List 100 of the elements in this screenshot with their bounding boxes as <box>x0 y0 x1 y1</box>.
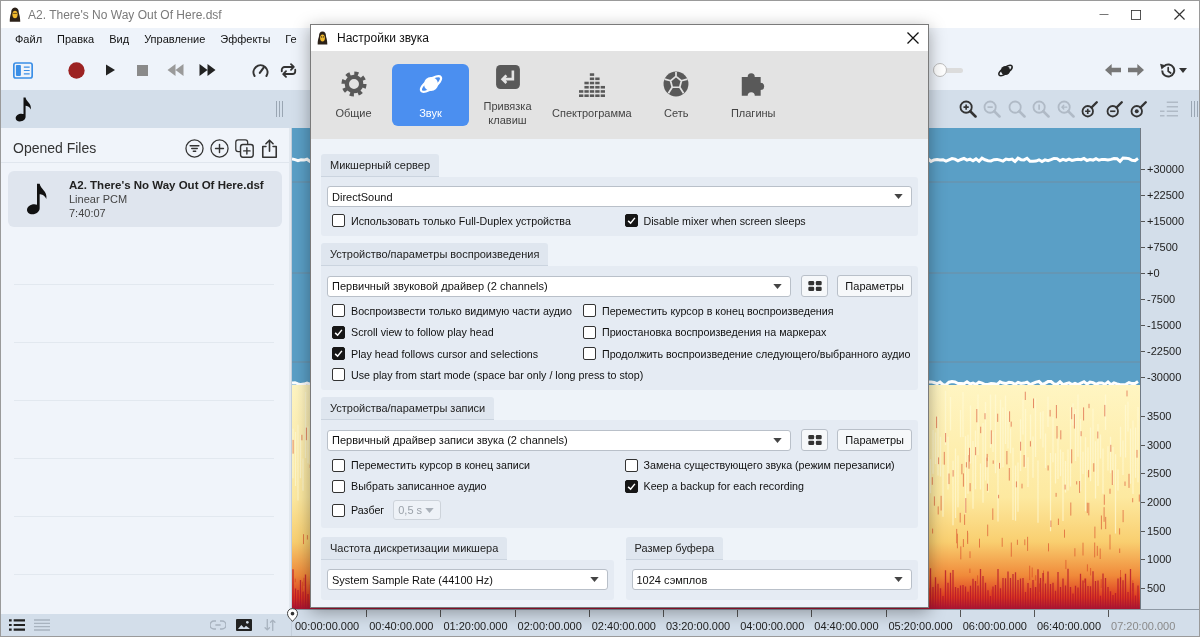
checkbox[interactable] <box>332 214 345 228</box>
dropdown[interactable]: Первичный драйвер записи звука (2 channels) <box>327 430 792 451</box>
checkbox[interactable] <box>582 347 596 361</box>
record-icon[interactable] <box>68 61 85 79</box>
menu-item[interactable]: Эффекты <box>220 33 271 45</box>
parameters-button[interactable]: Параметры <box>837 429 912 452</box>
settings-tab[interactable]: Общие <box>315 64 392 126</box>
add-circle-icon[interactable] <box>210 138 229 158</box>
checkbox[interactable] <box>332 368 345 382</box>
checkbox[interactable] <box>582 304 596 318</box>
checkbox[interactable] <box>624 479 638 493</box>
stop-icon[interactable] <box>137 64 148 76</box>
dropdown[interactable]: DirectSound <box>327 186 912 207</box>
maximize-icon[interactable] <box>1131 9 1141 20</box>
checkbox[interactable] <box>332 503 345 517</box>
duplicate-icon[interactable] <box>235 138 254 158</box>
close-icon[interactable] <box>907 32 919 44</box>
group-title: Размер буфера <box>625 537 724 561</box>
image-icon[interactable] <box>236 619 252 631</box>
device-grid-button[interactable] <box>801 429 829 452</box>
menu-item[interactable]: Правка <box>57 33 95 45</box>
file-list-item[interactable]: A2. There's No Way Out Of Here.dsf Linear PCM 7:40:07 <box>8 171 282 227</box>
settings-tab[interactable]: Плагины <box>714 64 792 126</box>
group-title: Устройства/параметры записи <box>321 397 495 421</box>
menu-item[interactable]: Вид <box>109 33 130 45</box>
time-label: 06:40:00.000 <box>1036 620 1102 632</box>
music-note-icon[interactable] <box>15 96 32 122</box>
back-arrow-icon[interactable] <box>1105 64 1121 76</box>
minimize-icon[interactable] <box>1099 13 1109 16</box>
lens-dot-icon[interactable] <box>1130 100 1148 118</box>
menu-item[interactable]: Управление <box>144 33 206 45</box>
speedometer-icon[interactable] <box>251 63 269 77</box>
device-grid-button[interactable] <box>801 275 829 298</box>
filter-icon[interactable] <box>185 138 204 158</box>
caret-icon <box>773 283 783 289</box>
checkbox[interactable] <box>582 325 596 339</box>
slider-thumb[interactable] <box>933 62 947 77</box>
checkbox[interactable] <box>332 479 345 493</box>
close-icon[interactable] <box>1174 9 1185 20</box>
dropdown[interactable]: Первичный звуковой драйвер (2 channels) <box>327 275 792 297</box>
time-label: 06:00:00.000 <box>962 620 1027 632</box>
menu-item[interactable]: Файл <box>15 33 43 45</box>
lens-minus-icon[interactable] <box>1105 100 1124 118</box>
puzzle-piece-icon <box>740 70 767 97</box>
checkbox[interactable] <box>332 304 345 318</box>
grip-icon[interactable] <box>276 101 283 117</box>
file-format: Linear PCM <box>69 192 128 206</box>
settings-tab[interactable]: Привязка клавиш <box>469 64 546 126</box>
checkmark-icon <box>334 349 343 359</box>
caret-icon[interactable] <box>1179 67 1187 73</box>
time-label: 00:00:00.000 <box>295 620 360 632</box>
axis-label: +0 <box>1147 267 1160 279</box>
fast-forward-icon[interactable] <box>198 64 216 76</box>
parameters-button[interactable]: Параметры <box>837 275 912 298</box>
lens-plus-icon[interactable] <box>1081 100 1099 118</box>
time-label: 02:00:00.000 <box>517 620 582 632</box>
checkbox[interactable] <box>624 458 638 472</box>
sidebar-toggle-icon[interactable] <box>13 61 33 79</box>
file-name: A2. There's No Way Out Of Here.dsf <box>69 178 264 192</box>
share-icon[interactable] <box>260 138 279 158</box>
axis-label: 1500 <box>1147 524 1172 537</box>
settings-tab[interactable]: Спектрограмма <box>546 64 638 126</box>
loop-icon[interactable] <box>279 61 297 79</box>
dropdown[interactable]: System Sample Rate (44100 Hz) <box>327 569 608 591</box>
grip-icon[interactable] <box>1191 101 1198 117</box>
time-label: 04:40:00.000 <box>814 620 879 632</box>
checkbox-label: Замена существующего звука (режим перезаписи) <box>643 459 895 472</box>
axis-label: 2500 <box>1147 467 1172 480</box>
checkbox[interactable] <box>332 347 345 361</box>
settings-tab[interactable]: Сеть <box>637 64 715 126</box>
menu-item[interactable]: Ге <box>285 33 297 45</box>
checkbox[interactable] <box>332 458 345 472</box>
checkbox[interactable] <box>332 325 345 339</box>
axis-label: -15000 <box>1147 319 1182 331</box>
checkmark-icon <box>626 481 636 491</box>
caret-icon <box>425 507 435 513</box>
checkbox-label: Play head follows cursor and selections <box>351 347 539 360</box>
playhead-icon[interactable] <box>287 608 298 622</box>
axis-label: +22500 <box>1147 189 1184 201</box>
play-icon[interactable] <box>103 63 116 77</box>
music-note-icon <box>26 183 48 215</box>
grid-icon <box>807 435 822 446</box>
checkbox-label: Воспроизвести только видимую части аудио <box>351 304 572 317</box>
zoom-in-icon[interactable] <box>958 100 977 118</box>
dropdown[interactable]: 1024 сэмплов <box>631 569 912 591</box>
bullet-list-icon[interactable] <box>9 619 25 631</box>
axis-label: -30000 <box>1147 371 1182 383</box>
checkbox-label: Переместить курсор в конец воспроизведения <box>601 304 834 317</box>
dialog-title: Настройки звука <box>337 31 429 45</box>
window-title: A2. There's No Way Out Of Here.dsf <box>28 7 222 22</box>
axis-label: 3000 <box>1147 438 1172 451</box>
checkbox-label: Приостановка воспроизведения на маркерах <box>601 326 827 339</box>
group-title: Микшерный сервер <box>321 154 440 177</box>
forward-arrow-icon[interactable] <box>1128 64 1144 76</box>
time-label: 01:20:00.000 <box>443 620 508 632</box>
axis-label: -7500 <box>1147 293 1176 305</box>
time-label: 00:40:00.000 <box>369 620 434 632</box>
history-icon[interactable] <box>1159 61 1176 79</box>
checkbox[interactable] <box>624 214 638 228</box>
checkbox-label: Disable mixer when screen sleeps <box>643 214 806 227</box>
